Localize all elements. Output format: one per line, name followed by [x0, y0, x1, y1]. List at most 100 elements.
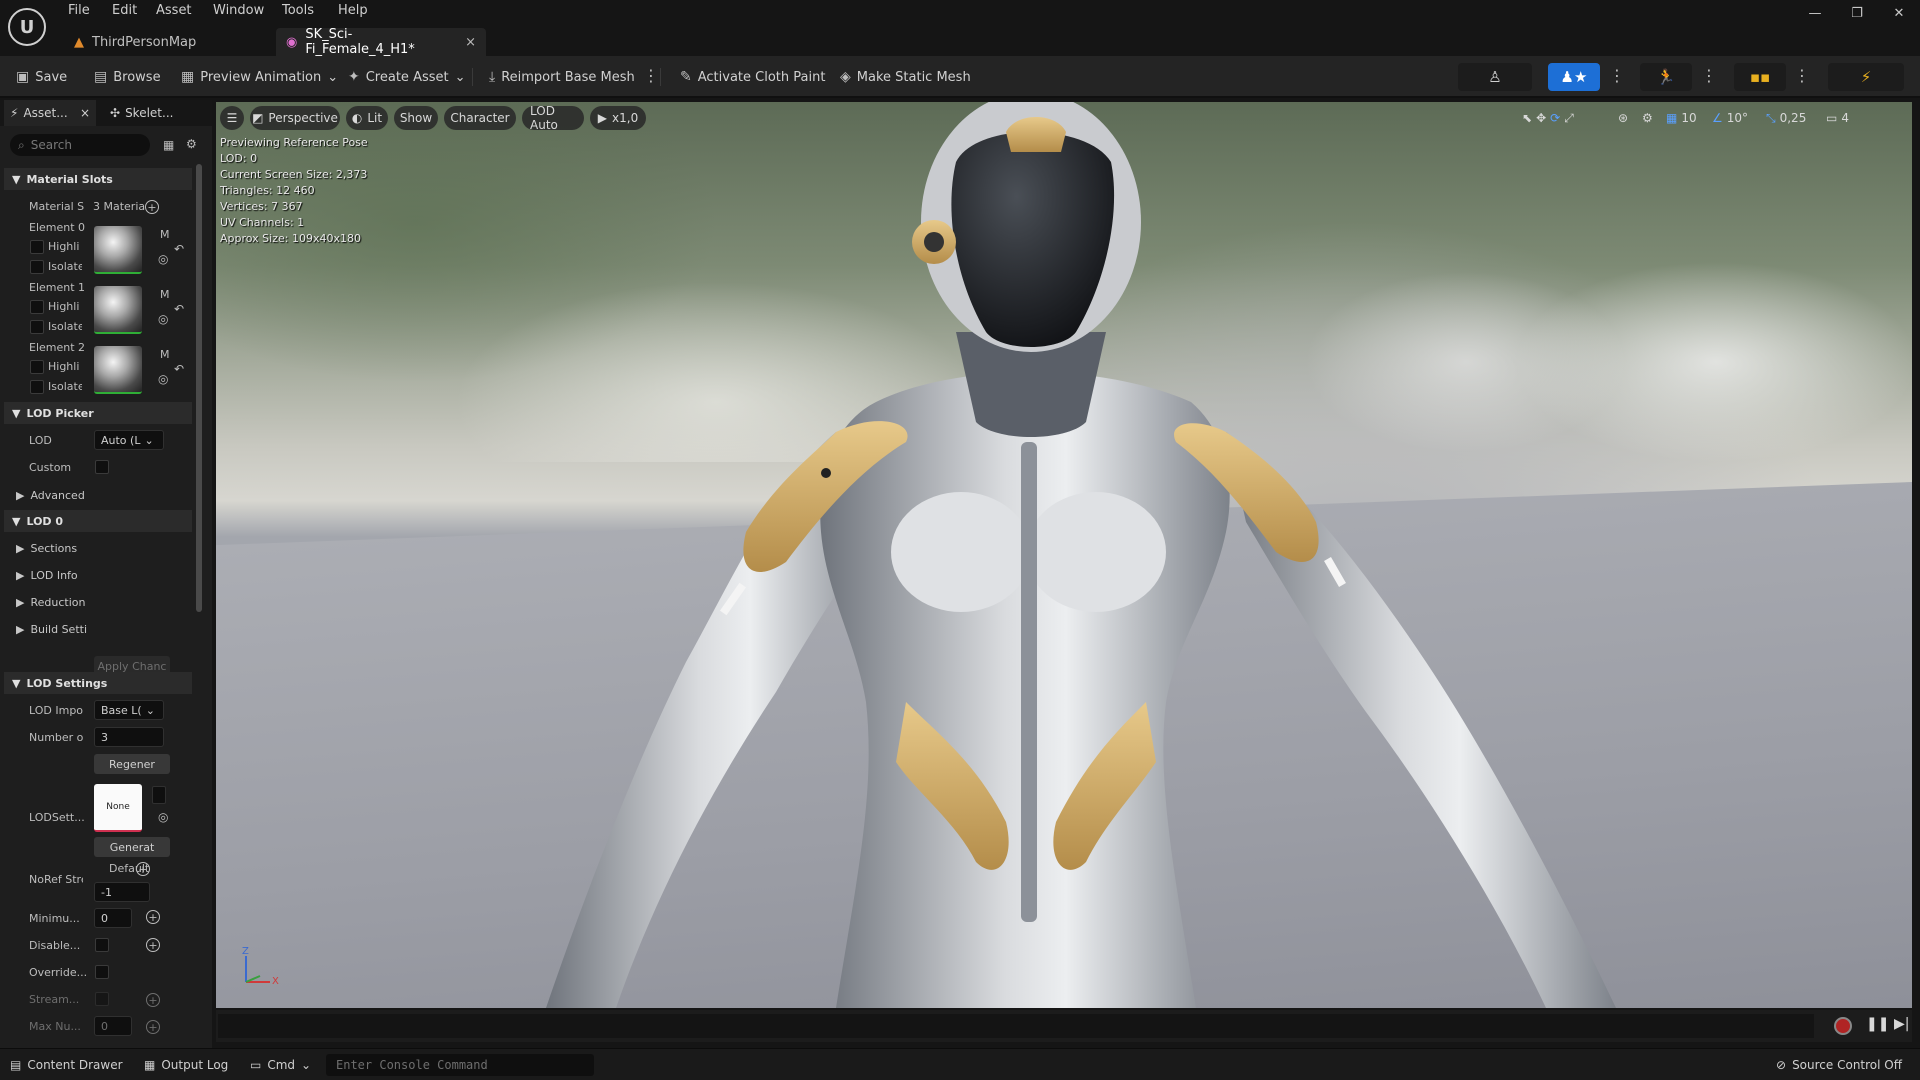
rotation-snap-button[interactable]: ∠ 10° [1712, 106, 1748, 130]
translate-icon[interactable]: ✥ [1536, 111, 1546, 125]
section-lod-settings[interactable]: ▼ LOD Settings [4, 672, 192, 694]
tab-thirdpersonmap[interactable]: ▲ ThirdPersonMap [64, 28, 274, 56]
perspective-button[interactable]: ◩ Perspective [250, 106, 340, 130]
character-mesh[interactable] [216, 102, 1912, 1008]
viewport-menu-button[interactable]: ☰ [220, 106, 244, 130]
output-log-button[interactable]: ▦ Output Log [144, 1055, 228, 1075]
material-dropdown[interactable]: M [160, 348, 170, 361]
menu-file[interactable]: File [68, 3, 90, 18]
grid-snap-button[interactable]: ▦ 10 [1666, 106, 1697, 130]
lit-button[interactable]: ◐ Lit [346, 106, 388, 130]
add-material-icon[interactable]: + [145, 200, 159, 214]
section-material-slots[interactable]: ▼ Material Slots [4, 168, 192, 190]
tab-skeletal-mesh[interactable]: ◉ SK_Sci-Fi_Female_4_H1* × [276, 27, 486, 57]
add-override-icon[interactable]: + [146, 993, 160, 1007]
minimum-lod-input[interactable]: 0 [94, 908, 132, 928]
material-thumbnail[interactable] [94, 346, 142, 394]
playback-speed-button[interactable]: ▶ x1,0 [590, 106, 646, 130]
max-num-input[interactable]: 0 [94, 1016, 132, 1036]
lod-dropdown[interactable]: Auto (L ⌄ [94, 430, 164, 450]
generate-button[interactable]: Generat [94, 837, 170, 857]
cmd-dropdown[interactable]: ▭ Cmd ⌄ [250, 1055, 311, 1075]
isolate-checkbox[interactable] [30, 260, 44, 274]
browse-to-asset-icon[interactable]: ◎ [158, 810, 168, 824]
character-button[interactable]: Character [444, 106, 516, 130]
isolate-checkbox[interactable] [30, 320, 44, 334]
menu-edit[interactable]: Edit [112, 3, 137, 18]
section-lod-info[interactable]: ▶ LOD Info [4, 564, 168, 586]
add-override-icon[interactable]: + [136, 862, 150, 876]
reimport-base-mesh-button[interactable]: ⤓ Reimport Base Mesh [489, 65, 635, 89]
rotate-icon[interactable]: ⟳ [1550, 111, 1560, 125]
reset-arrow-icon[interactable]: ↶ [174, 362, 184, 376]
highlight-checkbox[interactable] [30, 360, 44, 374]
highlight-checkbox[interactable] [30, 240, 44, 254]
menu-help[interactable]: Help [338, 3, 368, 18]
material-thumbnail[interactable] [94, 226, 142, 274]
scale-snap-button[interactable]: ⤡ 0,25 [1766, 106, 1806, 130]
world-local-icon[interactable]: ⊛ [1618, 106, 1628, 130]
regenerate-button[interactable]: Regener [94, 754, 170, 774]
highlight-checkbox[interactable] [30, 300, 44, 314]
close-tab-icon[interactable]: × [465, 35, 476, 50]
physics-mode-button[interactable]: ⚡ [1828, 63, 1904, 91]
mesh-mode-button[interactable]: ♟★ [1548, 63, 1600, 91]
source-control-button[interactable]: ⊘ Source Control Off [1776, 1055, 1902, 1075]
preview-animation-button[interactable]: ▦ Preview Animation ⌄ [181, 65, 338, 89]
tab-skeleton-tree[interactable]: ✣ Skelet... [104, 100, 200, 126]
camera-speed-button[interactable]: ▭ 4 [1826, 106, 1849, 130]
viewport[interactable]: ☰ ◩ Perspective ◐ Lit Show Character LOD… [216, 102, 1912, 1008]
more-options-icon[interactable]: ⋮ [1701, 66, 1717, 85]
browse-button[interactable]: ▤ Browse [94, 65, 161, 89]
blueprint-mode-button[interactable]: ▪▪ [1734, 63, 1786, 91]
menu-tools[interactable]: Tools [282, 3, 314, 18]
override-checkbox[interactable] [95, 965, 109, 979]
section-lod-picker[interactable]: ▼ LOD Picker [4, 402, 192, 424]
lod-import-dropdown[interactable]: Base L(⌄ [94, 700, 164, 720]
lod-settings-asset-picker[interactable] [152, 786, 166, 804]
menu-window[interactable]: Window [213, 3, 264, 18]
select-arrow-icon[interactable]: ⬉ [1522, 111, 1532, 125]
custom-checkbox[interactable] [95, 460, 109, 474]
noref-streaming-input[interactable]: -1 [94, 882, 150, 902]
section-advanced[interactable]: ▶ Advanced [4, 484, 168, 506]
section-sections[interactable]: ▶ Sections [4, 537, 168, 559]
unreal-logo-icon[interactable]: U [8, 8, 46, 46]
create-asset-button[interactable]: ✦ Create Asset ⌄ [348, 65, 466, 89]
add-override-icon[interactable]: + [146, 1020, 160, 1034]
minimize-icon[interactable]: — [1800, 6, 1830, 21]
tab-asset-details[interactable]: ⚡ Asset... × [4, 100, 96, 126]
save-button[interactable]: ▣ Save [16, 65, 67, 89]
browse-to-asset-icon[interactable]: ◎ [158, 312, 168, 326]
pause-icon[interactable]: ❚❚ [1866, 1016, 1889, 1032]
isolate-checkbox[interactable] [30, 380, 44, 394]
skeleton-mode-button[interactable]: ♙ [1458, 63, 1532, 91]
close-tab-icon[interactable]: × [80, 106, 90, 120]
disable-below-min-checkbox[interactable] [95, 938, 109, 952]
restore-icon[interactable]: ❐ [1842, 6, 1872, 21]
section-lod-0[interactable]: ▼ LOD 0 [4, 510, 192, 532]
timeline-track[interactable] [218, 1014, 1814, 1038]
reset-arrow-icon[interactable]: ↶ [174, 242, 184, 256]
material-dropdown[interactable]: M [160, 228, 170, 241]
console-command-input[interactable]: Enter Console Command [326, 1054, 594, 1076]
add-override-icon[interactable]: + [146, 910, 160, 924]
record-icon[interactable] [1834, 1017, 1852, 1035]
make-static-mesh-button[interactable]: ◈ Make Static Mesh [840, 65, 971, 89]
section-build-settings[interactable]: ▶ Build Setti [4, 618, 168, 640]
more-options-icon[interactable]: ⋮ [1794, 66, 1810, 85]
scale-icon[interactable]: ⤢ [1564, 111, 1574, 126]
animation-mode-button[interactable]: 🏃 [1640, 63, 1692, 91]
material-thumbnail[interactable] [94, 286, 142, 334]
browse-to-asset-icon[interactable]: ◎ [158, 372, 168, 386]
section-reduction[interactable]: ▶ Reduction [4, 591, 168, 613]
lod-settings-thumbnail[interactable]: None [94, 784, 142, 832]
show-button[interactable]: Show [394, 106, 438, 130]
number-of-lods-input[interactable]: 3 [94, 727, 164, 747]
lod-auto-button[interactable]: LOD Auto [522, 104, 584, 132]
content-drawer-button[interactable]: ▤ Content Drawer [10, 1055, 123, 1075]
close-window-icon[interactable]: ✕ [1884, 6, 1914, 21]
activate-cloth-paint-button[interactable]: ✎ Activate Cloth Paint [680, 65, 825, 89]
settings-gear-icon[interactable]: ⚙ [186, 137, 197, 151]
step-forward-icon[interactable]: ▶| [1894, 1016, 1909, 1032]
